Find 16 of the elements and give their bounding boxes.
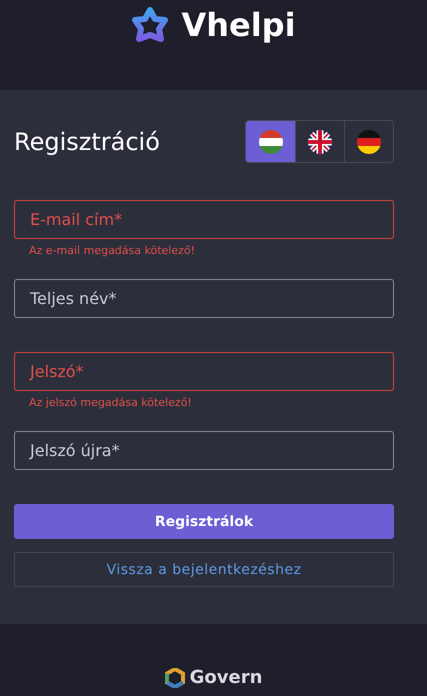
germany-flag-icon — [357, 130, 381, 154]
input-field[interactable]: E-mail cím* — [14, 200, 394, 239]
hexagon-logo-icon — [164, 668, 185, 688]
error-message: Az e-mail megadása kötelező! — [29, 244, 196, 257]
brand-name: Vhelpi — [181, 5, 296, 46]
star-logo-icon — [131, 7, 170, 43]
error-message: Az jelszó megadása kötelező! — [29, 396, 193, 409]
uk-flag-icon — [308, 130, 332, 154]
footer-brand: Govern — [190, 667, 262, 688]
input-field[interactable]: Teljes név* — [14, 279, 394, 318]
hungary-flag-icon — [258, 130, 282, 154]
back-to-login-button[interactable]: Vissza a bejelentkezéshez — [14, 552, 394, 587]
register-button[interactable]: Regisztrálok — [14, 504, 394, 539]
input-field[interactable]: Jelszó újra* — [14, 431, 394, 470]
form-title: Regisztráció — [14, 128, 160, 156]
input-field[interactable]: Jelszó* — [14, 352, 394, 391]
